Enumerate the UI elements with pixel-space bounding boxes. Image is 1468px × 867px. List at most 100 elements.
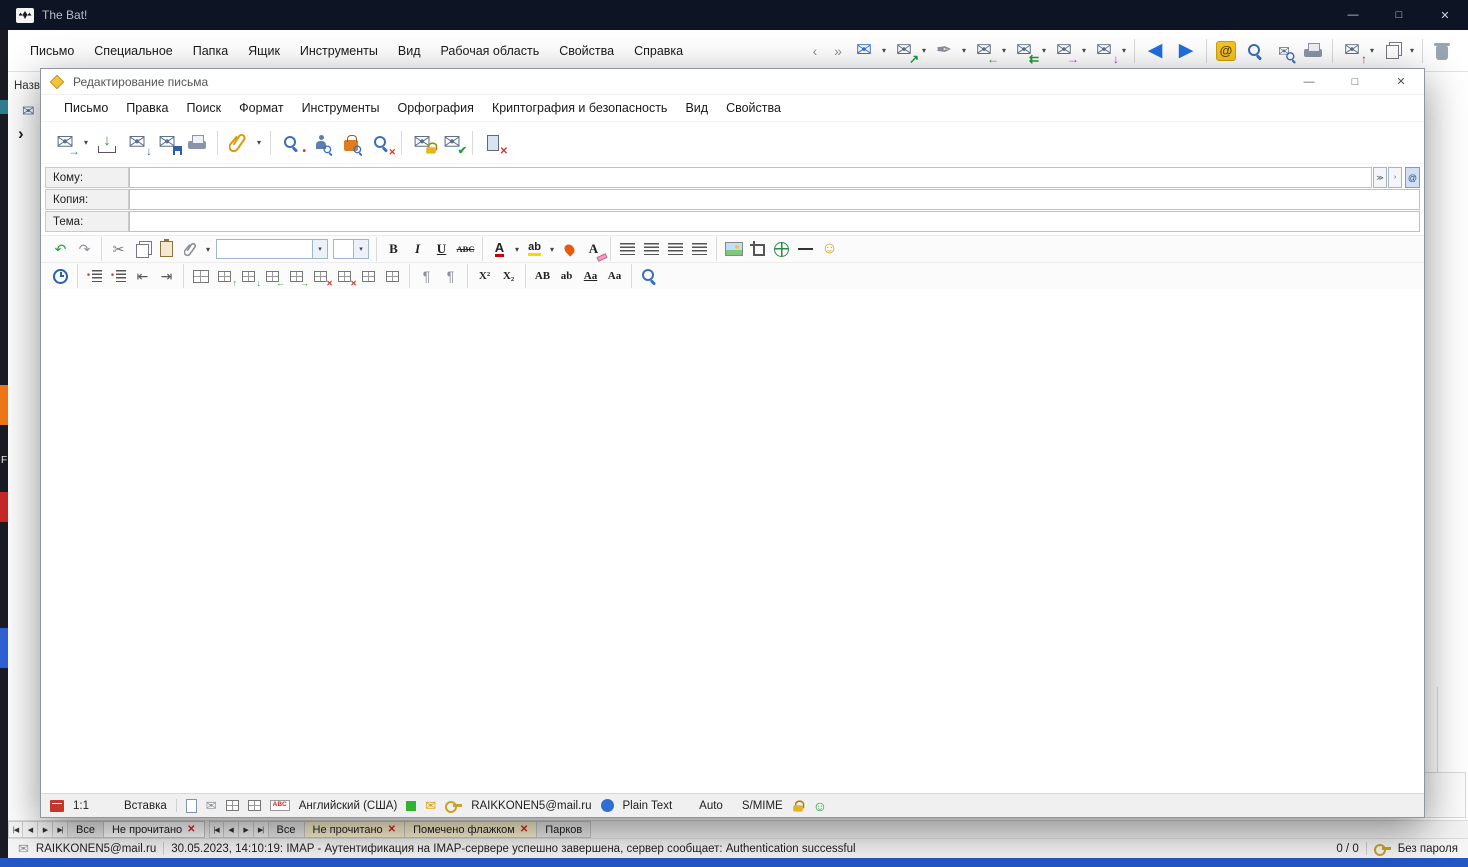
expand-recipients-button[interactable]: ≫: [1373, 167, 1387, 188]
tabs-prev-button[interactable]: ◀: [23, 821, 38, 838]
compose-menu-properties[interactable]: Свойства: [717, 97, 790, 119]
compose-menu-message[interactable]: Письмо: [55, 97, 117, 119]
combo-dropdown-icon[interactable]: ▾: [312, 240, 327, 258]
subject-input[interactable]: [129, 211, 1420, 232]
tab-close-icon[interactable]: ✕: [187, 824, 195, 835]
save-button[interactable]: ↓: [93, 129, 121, 157]
lock-icon[interactable]: [792, 799, 805, 812]
find-person-button[interactable]: [307, 129, 335, 157]
redo-button[interactable]: ↷: [73, 238, 96, 261]
menu-message[interactable]: Письмо: [20, 39, 84, 63]
previous-message-button[interactable]: ◀: [1140, 39, 1170, 62]
increase-indent-button[interactable]: ⇥: [155, 265, 178, 288]
align-justify-button[interactable]: [688, 238, 711, 261]
sign-button[interactable]: ✉ ✔: [438, 129, 467, 157]
tabs-last-button[interactable]: ▶|: [53, 821, 68, 838]
font-size-select[interactable]: ▾: [333, 239, 369, 259]
next-message-button[interactable]: ▶: [1171, 39, 1201, 62]
reply-all-dropdown[interactable]: ▾: [1039, 46, 1049, 55]
tabs-next-button[interactable]: ▶: [238, 821, 254, 838]
template-dropdown[interactable]: ▾: [959, 46, 969, 55]
mood-smiley-icon[interactable]: ☺: [813, 799, 827, 813]
undo-button[interactable]: ↶: [49, 238, 72, 261]
combo-dropdown-icon[interactable]: ▾: [353, 240, 368, 258]
menu-help[interactable]: Справка: [624, 39, 693, 63]
table-grid-icon[interactable]: [247, 800, 261, 811]
encrypt-button[interactable]: ✉: [408, 129, 438, 157]
compose-account[interactable]: RAIKKONEN5@mail.ru: [471, 800, 591, 812]
search-messages-button[interactable]: ✉: [1270, 37, 1298, 65]
tab-close-icon[interactable]: ✕: [388, 824, 396, 835]
tab-parked[interactable]: Парков: [537, 821, 592, 838]
spell-language[interactable]: Английский (США): [299, 800, 398, 812]
copy-button[interactable]: [131, 238, 154, 261]
copy-to-folder-dropdown[interactable]: ▾: [1407, 46, 1417, 55]
move-to-folder-dropdown[interactable]: ▾: [1367, 46, 1377, 55]
attach-dropdown[interactable]: ▾: [254, 138, 264, 147]
send-button[interactable]: ✉ →: [51, 129, 80, 157]
tabs-prev-button[interactable]: ◀: [223, 821, 239, 838]
redirect-dropdown[interactable]: ▾: [1119, 46, 1129, 55]
close-editor-button[interactable]: ✕: [479, 129, 508, 157]
search-button[interactable]: [1241, 37, 1269, 65]
capitalize-button[interactable]: Aa: [603, 265, 626, 288]
table-merge-cells-button[interactable]: [357, 265, 380, 288]
menu-workspace[interactable]: Рабочая область: [431, 39, 550, 63]
reply-button[interactable]: ✉ ←: [970, 37, 999, 65]
underline-button[interactable]: U: [430, 238, 453, 261]
insert-time-button[interactable]: [49, 265, 72, 288]
numbered-list-button[interactable]: •: [107, 265, 130, 288]
address-book-lookup-button[interactable]: [337, 129, 365, 157]
font-color-button[interactable]: A: [488, 238, 511, 261]
insert-table-button[interactable]: [189, 265, 212, 288]
menu-properties[interactable]: Свойства: [549, 39, 624, 63]
insert-image-button[interactable]: [722, 238, 745, 261]
walking-man-icon[interactable]: [600, 799, 614, 812]
copy-to-folder-button[interactable]: [1378, 37, 1406, 65]
uppercase-button[interactable]: AB: [531, 265, 554, 288]
decrease-indent-button[interactable]: ⇤: [131, 265, 154, 288]
redirect-button[interactable]: ✉ ↓: [1090, 37, 1119, 65]
menu-folder[interactable]: Папка: [183, 39, 238, 63]
message-body-editor[interactable]: [41, 289, 1424, 793]
cc-label[interactable]: Копия:: [45, 189, 129, 210]
taskbar-edge[interactable]: [0, 858, 1468, 867]
crop-button[interactable]: [746, 238, 769, 261]
tab-close-icon[interactable]: ✕: [520, 824, 528, 835]
subscript-button[interactable]: X₂: [497, 265, 520, 288]
compose-dropdown[interactable]: ▾: [879, 46, 889, 55]
spellcheck-icon[interactable]: ABC: [269, 800, 290, 811]
to-input[interactable]: [129, 167, 1372, 188]
reply-quick-dropdown[interactable]: ▾: [919, 46, 929, 55]
insert-link-button[interactable]: [770, 238, 793, 261]
to-label[interactable]: Кому:: [45, 167, 129, 188]
emoticon-button[interactable]: ☺: [818, 238, 841, 261]
lowercase-button[interactable]: ab: [555, 265, 578, 288]
search-highlight-button[interactable]: [637, 265, 660, 288]
compose-minimize-button[interactable]: —: [1286, 69, 1332, 94]
close-button[interactable]: ✕: [1422, 0, 1468, 30]
subject-label[interactable]: Тема:: [45, 211, 129, 232]
highlight-button[interactable]: ab: [523, 238, 546, 261]
tabs-last-button[interactable]: ▶|: [253, 821, 269, 838]
security-toggle[interactable]: S/MIME: [742, 800, 783, 812]
superscript-button[interactable]: X²: [473, 265, 496, 288]
compose-menu-view[interactable]: Вид: [676, 97, 717, 119]
font-color-dropdown[interactable]: ▾: [512, 245, 522, 254]
compose-menu-search[interactable]: Поиск: [178, 97, 231, 119]
encoding-toggle[interactable]: Auto: [699, 800, 723, 812]
reply-dropdown[interactable]: ▾: [999, 46, 1009, 55]
save-to-drafts-button[interactable]: ✉ ↓: [123, 129, 152, 157]
compose-maximize-button[interactable]: □: [1332, 69, 1378, 94]
paste-button[interactable]: [155, 238, 178, 261]
forward-dropdown[interactable]: ▾: [1079, 46, 1089, 55]
tabs-first-button[interactable]: |◀: [8, 821, 23, 838]
compose-close-button[interactable]: ✕: [1378, 69, 1424, 94]
insert-file-button[interactable]: [179, 238, 202, 261]
table-row-below-button[interactable]: ↓: [237, 265, 261, 288]
bullet-list-button[interactable]: •: [83, 265, 106, 288]
menu-mailbox[interactable]: Ящик: [238, 39, 290, 63]
maximize-button[interactable]: □: [1376, 0, 1422, 30]
address-book-icon[interactable]: @: [1405, 167, 1420, 188]
insert-file-dropdown[interactable]: ▾: [203, 245, 213, 254]
